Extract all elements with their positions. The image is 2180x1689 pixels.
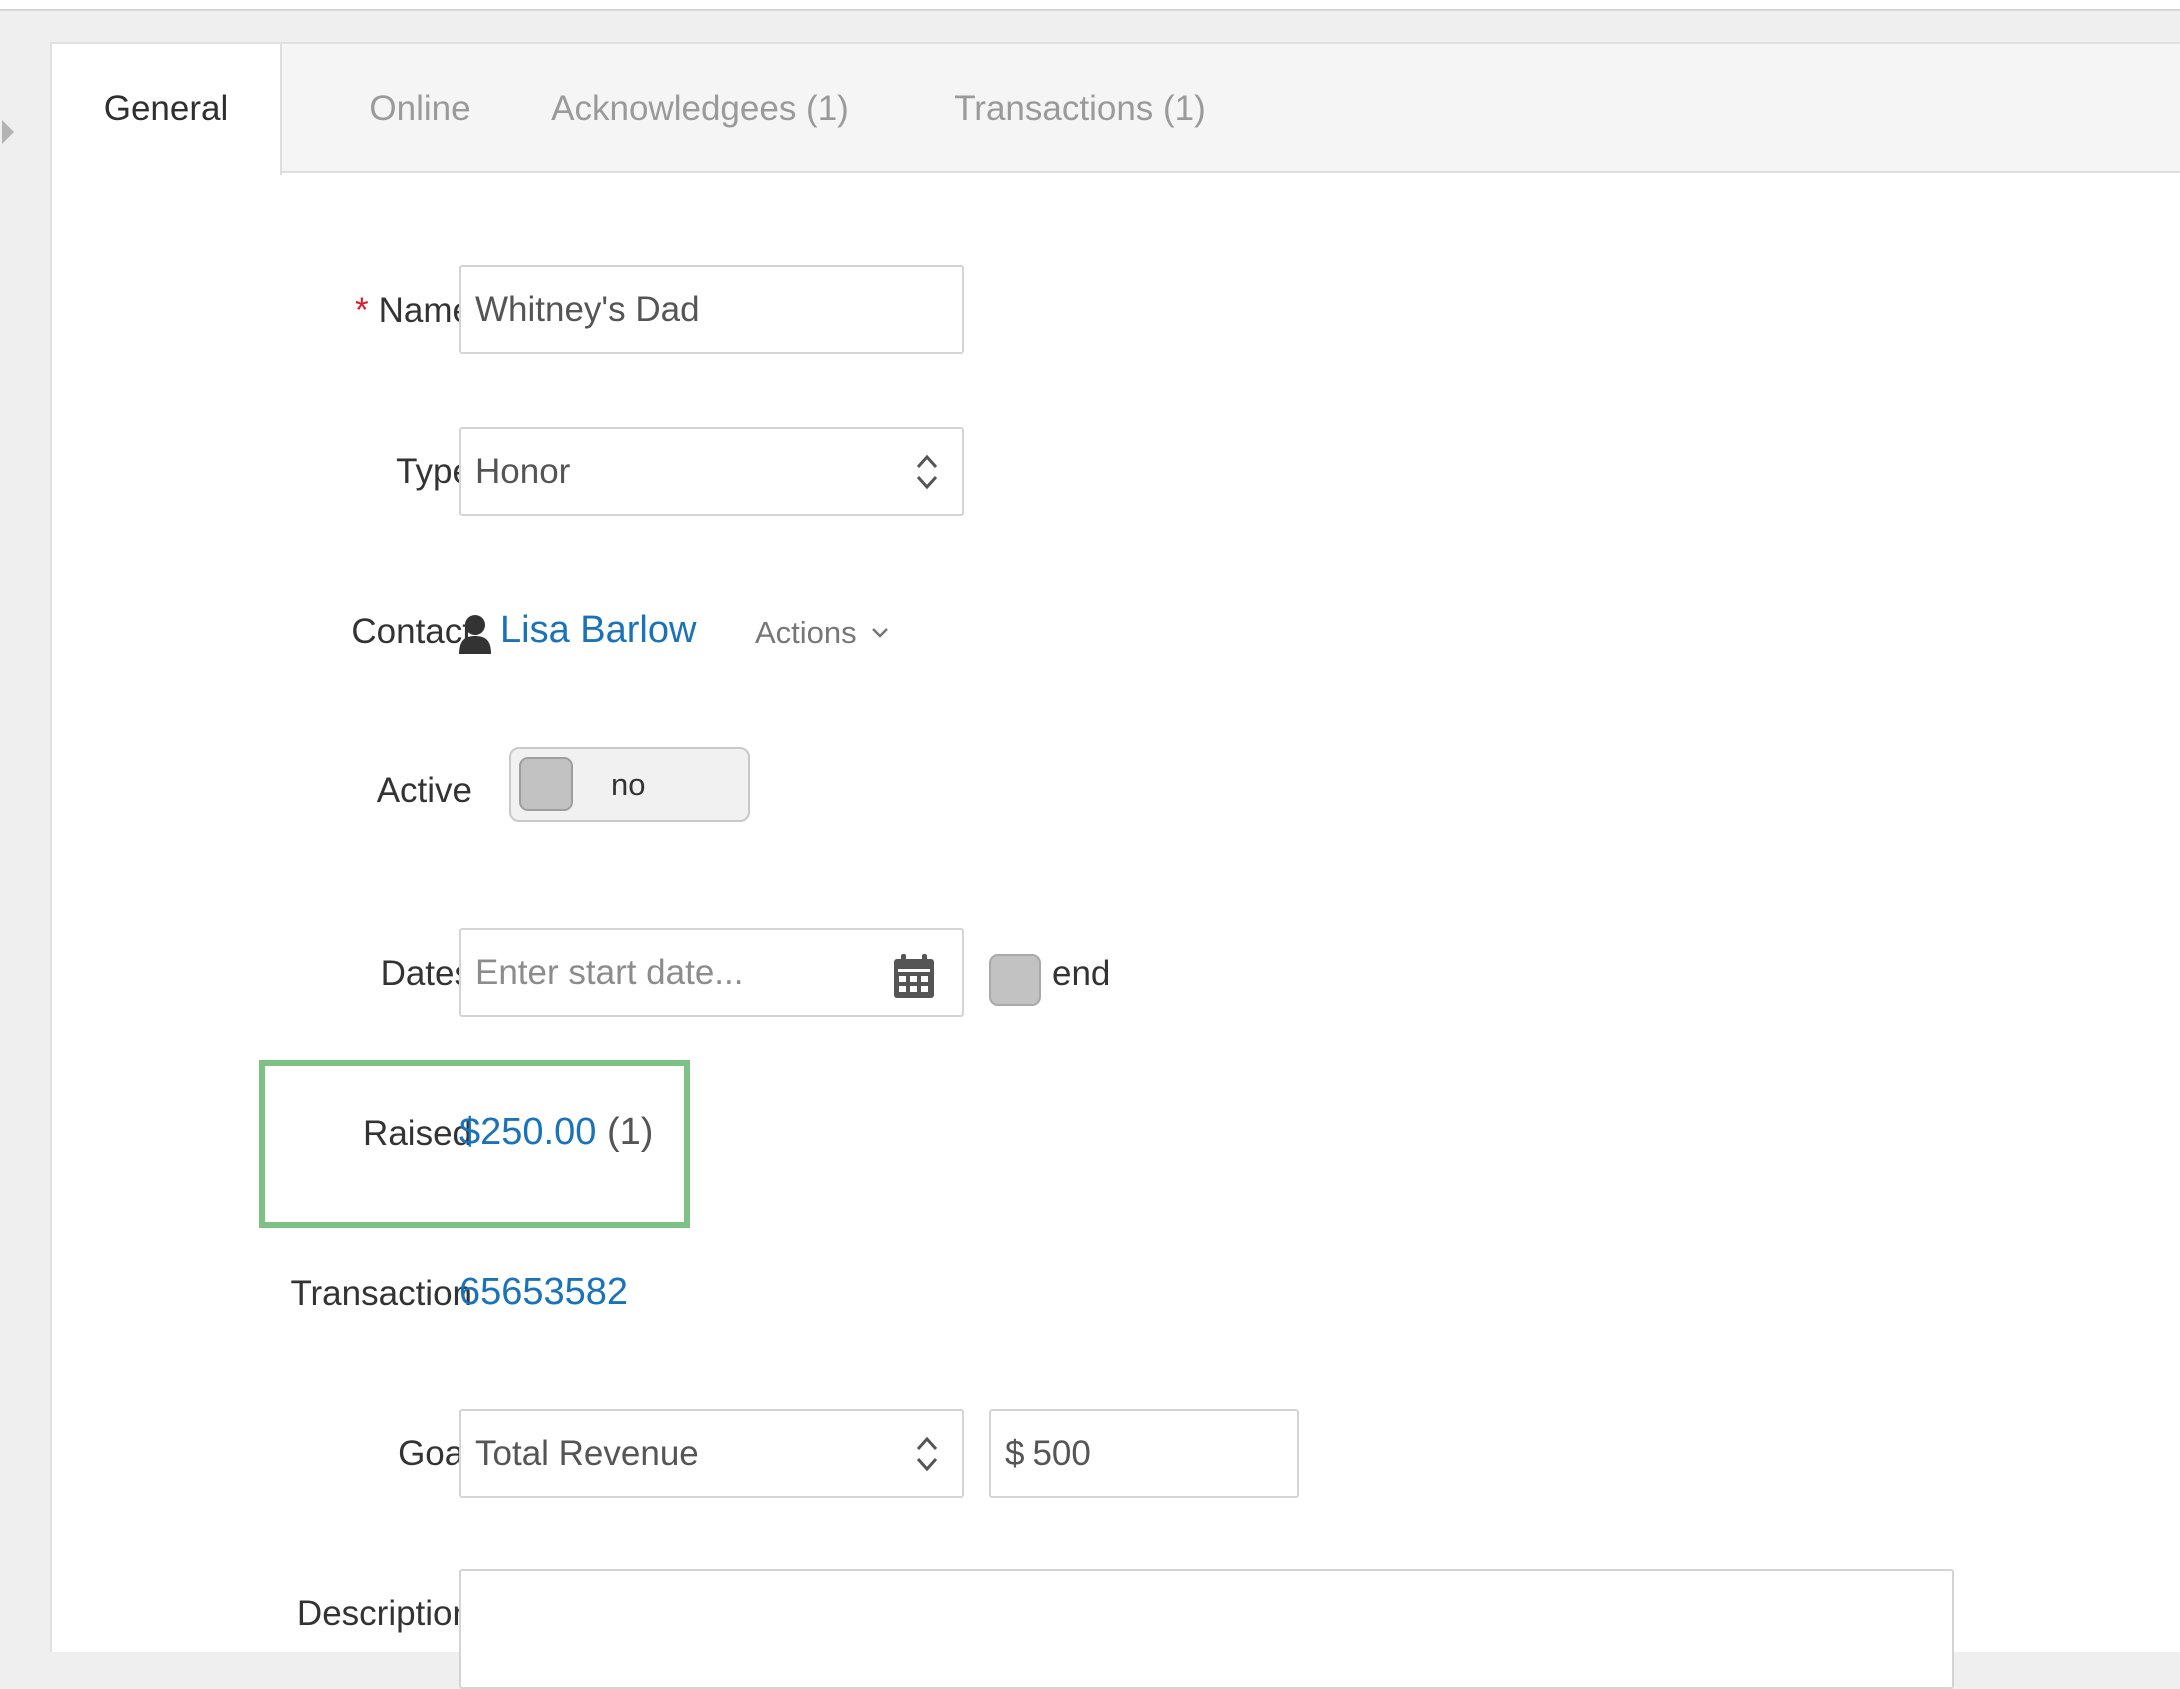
tab-bar: General Online Acknowledgees (1) Transac…	[52, 44, 2180, 175]
raised-count: (1)	[606, 1111, 654, 1153]
name-value: Whitney's Dad	[475, 289, 700, 329]
contact-label: Contact	[351, 612, 472, 651]
up-down-arrows-icon	[916, 454, 938, 489]
top-strip	[0, 0, 2180, 11]
start-date-placeholder: Enter start date...	[475, 952, 744, 992]
actions-dropdown[interactable]: Actions	[755, 615, 889, 651]
name-label: * Name	[52, 291, 472, 331]
up-down-arrows-icon	[916, 1436, 938, 1471]
name-input[interactable]: Whitney's Dad	[459, 265, 964, 354]
start-date-input[interactable]: Enter start date...	[459, 928, 964, 1017]
transaction-link[interactable]: 65653582	[459, 1271, 628, 1314]
goal-label: Goal	[398, 1434, 472, 1473]
actions-label: Actions	[755, 615, 857, 650]
type-label: Type	[396, 452, 472, 491]
end-date-checkbox[interactable]	[989, 954, 1041, 1006]
goal-amount-input[interactable]: $ 500	[989, 1409, 1299, 1498]
tab-acknowledgees[interactable]: Acknowledgees (1)	[540, 44, 860, 173]
person-icon	[459, 615, 491, 654]
raised-value: $250.00 (1)	[459, 1111, 653, 1154]
contact-link[interactable]: Lisa Barlow	[500, 609, 696, 652]
description-textarea[interactable]	[459, 1569, 1954, 1689]
type-value: Honor	[475, 451, 571, 491]
goal-type-select[interactable]: Total Revenue	[459, 1409, 964, 1498]
chevron-down-icon	[871, 628, 888, 638]
description-label: Description	[296, 1594, 472, 1633]
required-marker: *	[355, 291, 369, 330]
tab-online[interactable]: Online	[320, 44, 520, 173]
active-toggle[interactable]: no	[509, 747, 750, 822]
raised-label: Raised	[363, 1114, 472, 1153]
expand-sidebar-icon[interactable]	[2, 120, 14, 144]
name-label-text: Name	[378, 291, 472, 330]
dates-label: Dates	[380, 954, 472, 993]
tab-general[interactable]: General	[52, 44, 282, 175]
tab-transactions[interactable]: Transactions (1)	[920, 44, 1240, 173]
currency-symbol: $	[1005, 1433, 1025, 1473]
calendar-icon[interactable]	[894, 954, 934, 998]
raised-amount-link[interactable]: $250.00	[459, 1111, 596, 1153]
goal-amount-value: 500	[1032, 1433, 1091, 1473]
active-label: Active	[376, 771, 472, 810]
record-panel: General Online Acknowledgees (1) Transac…	[50, 42, 2180, 1689]
end-label: end	[1052, 954, 1111, 993]
toggle-state-text: no	[611, 767, 646, 802]
type-select[interactable]: Honor	[459, 427, 964, 516]
goal-type-value: Total Revenue	[475, 1433, 699, 1473]
toggle-knob	[519, 757, 573, 811]
transaction-label: Transaction	[290, 1274, 472, 1313]
